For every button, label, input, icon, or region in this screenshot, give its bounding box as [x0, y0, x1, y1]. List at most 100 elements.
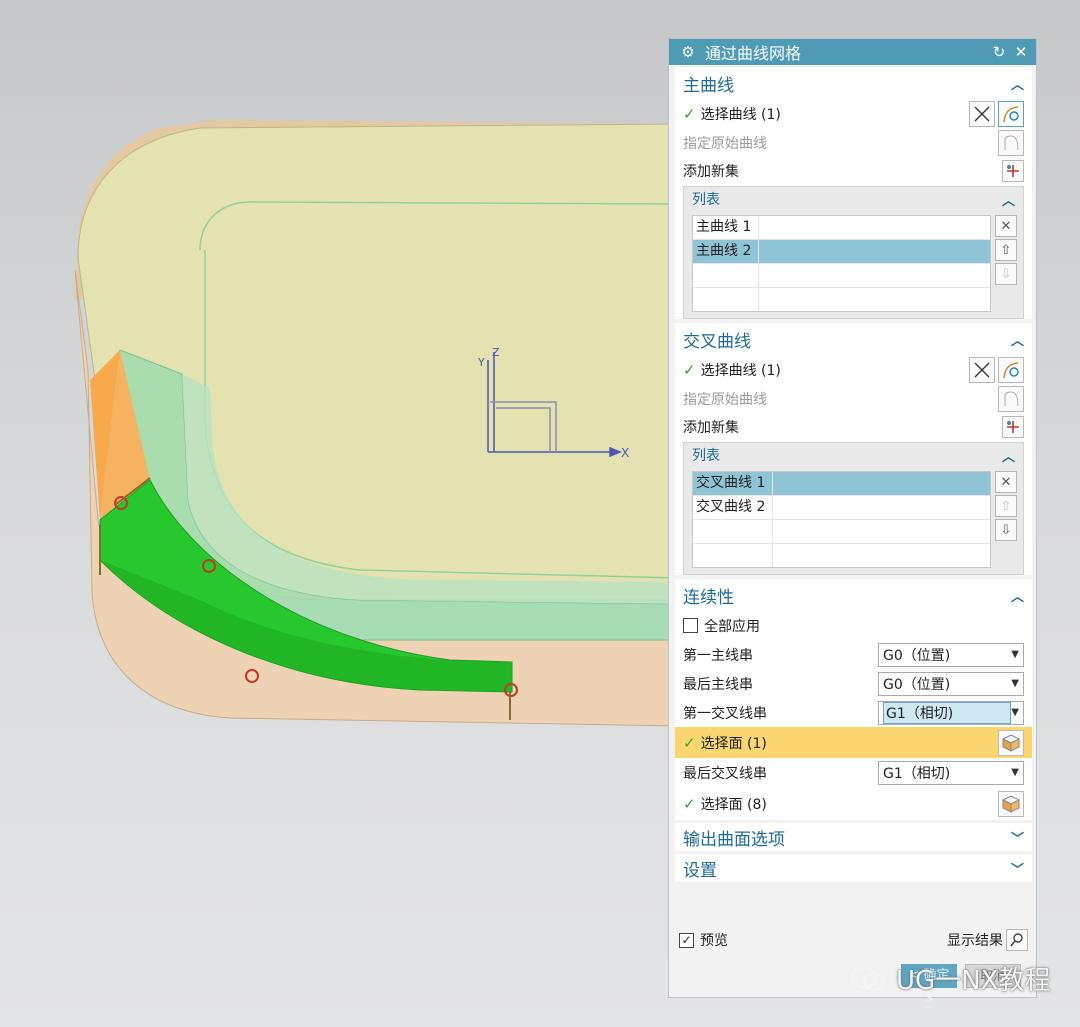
curve-select-icon[interactable] — [998, 356, 1024, 383]
dropdown-arrow-icon: ▼ — [1011, 767, 1019, 778]
last-cross-select[interactable]: G1（相切) ▼ — [878, 760, 1024, 785]
expand-down-icon[interactable]: ﹀ — [1011, 828, 1024, 847]
last-primary-label: 最后主线串 — [683, 676, 753, 693]
dialog-title: 通过曲线网格 — [705, 44, 802, 63]
primary-curves-header[interactable]: 主曲线 ︿ — [675, 67, 1032, 99]
reverse-direction-icon[interactable] — [969, 100, 995, 127]
list-item[interactable]: 交叉曲线 1 — [693, 472, 990, 496]
move-down-icon[interactable]: ⇩ — [995, 519, 1017, 541]
move-down-icon: ⇩ — [995, 263, 1017, 285]
mesh-surface-dialog: ⚙ 通过曲线网格 ↻ ✕ 主曲线 ︿ ✓ 选择曲线 (1) 指定原始曲线 添加新… — [668, 38, 1037, 1007]
first-primary-value: G0（位置) — [883, 647, 951, 664]
list-item-label: 交叉曲线 2 — [693, 496, 773, 519]
primary-curve-list[interactable]: 主曲线 1 主曲线 2 — [692, 215, 991, 312]
output-options-header[interactable]: 输出曲面选项 ﹀ — [675, 823, 1032, 851]
remove-icon[interactable]: ✕ — [995, 471, 1017, 493]
list-item[interactable]: 主曲线 2 — [693, 240, 990, 264]
output-options-title: 输出曲面选项 — [683, 829, 785, 850]
primary-specify-origin-row: 指定原始曲线 — [675, 128, 1032, 157]
origin-curve-icon — [998, 385, 1024, 412]
add-set-icon[interactable] — [1002, 415, 1024, 438]
cross-select-curve-row[interactable]: ✓ 选择曲线 (1) — [675, 355, 1032, 384]
face-select-icon[interactable] — [998, 729, 1024, 756]
last-cross-row: 最后交叉线串 G1（相切) ▼ — [675, 758, 1032, 787]
settings-title: 设置 — [683, 860, 717, 881]
settings-header[interactable]: 设置 ﹀ — [675, 854, 1032, 882]
dialog-footer: ✓ 预览 显示结果 — [675, 927, 1032, 953]
reverse-direction-icon[interactable] — [969, 356, 995, 383]
first-primary-label: 第一主线串 — [683, 647, 753, 664]
collapse-up-icon[interactable]: ︿ — [1011, 74, 1024, 93]
continuity-header[interactable]: 连续性 ︿ — [675, 579, 1032, 611]
cross-add-new-set-label: 添加新集 — [683, 419, 739, 436]
preview-label: 预览 — [700, 933, 728, 949]
wechat-icon — [850, 965, 886, 991]
collapse-up-icon[interactable]: ︿ — [1002, 190, 1015, 209]
move-up-icon: ⇧ — [995, 495, 1017, 517]
cross-specify-origin-row: 指定原始曲线 — [675, 384, 1032, 413]
primary-list-title: 列表 — [692, 192, 720, 208]
primary-select-curve-label: 选择曲线 (1) — [700, 106, 781, 123]
primary-list-section: 列表 ︿ 主曲线 1 主曲线 2 ✕ ⇧ ⇩ — [683, 186, 1024, 319]
first-cross-value: G1（相切) — [883, 701, 1012, 724]
expand-down-icon[interactable]: ﹀ — [1011, 859, 1024, 878]
last-primary-value: G0（位置) — [883, 676, 951, 693]
list-item-empty — [693, 544, 990, 567]
primary-list-header[interactable]: 列表 ︿ — [684, 187, 1023, 211]
reset-icon[interactable]: ↻ — [990, 43, 1008, 61]
list-item-label: 交叉曲线 1 — [693, 472, 773, 495]
gear-icon[interactable]: ⚙ — [679, 43, 697, 61]
list-item-empty — [693, 264, 990, 288]
first-primary-select[interactable]: G0（位置) ▼ — [878, 642, 1024, 667]
cross-add-new-set-row[interactable]: 添加新集 — [675, 413, 1032, 440]
cross-curves-title: 交叉曲线 — [683, 331, 751, 352]
select-face-2-label: 选择面 (8) — [700, 796, 767, 813]
axis-x-label: X — [621, 446, 629, 460]
primary-add-new-set-row[interactable]: 添加新集 — [675, 157, 1032, 184]
watermark: UG一NX教程 — [850, 960, 1050, 997]
primary-curves-group: 主曲线 ︿ ✓ 选择曲线 (1) 指定原始曲线 添加新集 列表 ︿ 主曲线 1 … — [675, 67, 1032, 319]
cross-list-header[interactable]: 列表 ︿ — [684, 443, 1023, 467]
cross-curves-header[interactable]: 交叉曲线 ︿ — [675, 323, 1032, 355]
select-face-1-label: 选择面 (1) — [700, 735, 767, 752]
last-primary-select[interactable]: G0（位置) ▼ — [878, 671, 1024, 696]
apply-all-row[interactable]: 全部应用 — [675, 611, 1032, 640]
curve-select-icon[interactable] — [998, 100, 1024, 127]
cross-select-curve-label: 选择曲线 (1) — [700, 362, 781, 379]
last-primary-row: 最后主线串 G0（位置) ▼ — [675, 669, 1032, 698]
list-item[interactable]: 交叉曲线 2 — [693, 496, 990, 520]
add-set-icon[interactable] — [1002, 159, 1024, 182]
close-icon[interactable]: ✕ — [1012, 43, 1030, 61]
primary-add-new-set-label: 添加新集 — [683, 163, 739, 180]
move-up-icon[interactable]: ⇧ — [995, 239, 1017, 261]
select-face-1-row[interactable]: ✓ 选择面 (1) — [675, 727, 1032, 758]
preview-checkbox[interactable]: ✓ — [679, 932, 694, 948]
magnifier-icon[interactable] — [1006, 929, 1028, 951]
first-cross-select[interactable]: G1（相切) ▼ — [878, 700, 1024, 725]
primary-specify-origin-label: 指定原始曲线 — [683, 135, 767, 152]
apply-all-checkbox[interactable] — [683, 618, 698, 633]
last-cross-label: 最后交叉线串 — [683, 765, 767, 782]
primary-select-curve-row[interactable]: ✓ 选择曲线 (1) — [675, 99, 1032, 128]
axis-z-label: Z — [492, 346, 500, 359]
cross-curve-list[interactable]: 交叉曲线 1 交叉曲线 2 — [692, 471, 991, 568]
list-item[interactable]: 主曲线 1 — [693, 216, 990, 240]
check-icon: ✓ — [683, 104, 696, 123]
collapse-up-icon[interactable]: ︿ — [1002, 446, 1015, 465]
primary-curves-title: 主曲线 — [683, 75, 734, 96]
face-select-icon[interactable] — [998, 790, 1024, 817]
dropdown-arrow-icon: ▼ — [1011, 649, 1019, 660]
apply-all-label: 全部应用 — [704, 618, 760, 635]
collapse-up-icon[interactable]: ︿ — [1011, 330, 1024, 349]
check-icon: ✓ — [683, 360, 696, 379]
select-face-2-row[interactable]: ✓ 选择面 (8) — [675, 787, 1032, 820]
dialog-titlebar: ⚙ 通过曲线网格 ↻ ✕ — [669, 39, 1036, 65]
continuity-title: 连续性 — [683, 587, 734, 608]
show-result-label: 显示结果 — [947, 933, 1003, 949]
origin-curve-icon — [998, 129, 1024, 156]
cross-list-title: 列表 — [692, 448, 720, 464]
first-primary-row: 第一主线串 G0（位置) ▼ — [675, 640, 1032, 669]
remove-icon[interactable]: ✕ — [995, 215, 1017, 237]
collapse-up-icon[interactable]: ︿ — [1011, 586, 1024, 605]
watermark-text: UG一NX教程 — [896, 966, 1051, 996]
